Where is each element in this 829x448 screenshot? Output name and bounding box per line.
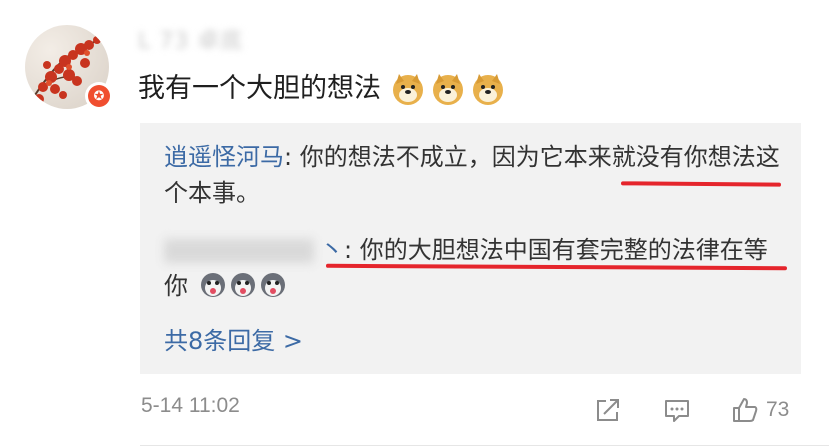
like-button[interactable]: 73 [730, 394, 789, 426]
verified-badge: ✪ [85, 82, 113, 110]
reply-author-blurred[interactable] [164, 239, 314, 263]
comment-icon [665, 400, 689, 422]
star-icon: ✪ [88, 85, 110, 107]
doge-emoji-icon [393, 74, 423, 105]
doge-emoji-icon [473, 74, 503, 105]
reply-thread: 逍遥怪河马: 你的想法不成立，因为它本来就没有你想法这个本事。 丶: 你的大胆想… [140, 123, 801, 374]
more-replies-link[interactable]: 共8条回复 > [164, 324, 303, 358]
comment-username[interactable]: L 73 卓底 [138, 26, 243, 58]
share-button[interactable] [593, 394, 623, 426]
thumbs-up-icon [733, 398, 758, 422]
doge-emoji-icon [433, 74, 463, 105]
reply-separator: : [344, 236, 360, 264]
comment-body: 我有一个大胆的想法 [138, 66, 505, 112]
share-icon [597, 399, 619, 421]
reply-separator: : [284, 143, 300, 171]
husky-emoji-icon [230, 273, 255, 297]
husky-emoji-icon [200, 273, 225, 297]
comment-timestamp: 5-14 11:02 [141, 394, 240, 417]
like-count: 73 [766, 398, 790, 421]
husky-emoji-icon [260, 273, 285, 297]
reply-item[interactable]: 逍遥怪河马: 你的想法不成立，因为它本来就没有你想法这个本事。 [164, 139, 784, 211]
comment-text: 我有一个大胆的想法 [138, 73, 381, 104]
reply-author[interactable]: 逍遥怪河马 [164, 143, 284, 171]
comment-divider [140, 445, 829, 446]
reply-author-suffix[interactable]: 丶 [320, 236, 344, 264]
comment-button[interactable] [662, 394, 692, 426]
